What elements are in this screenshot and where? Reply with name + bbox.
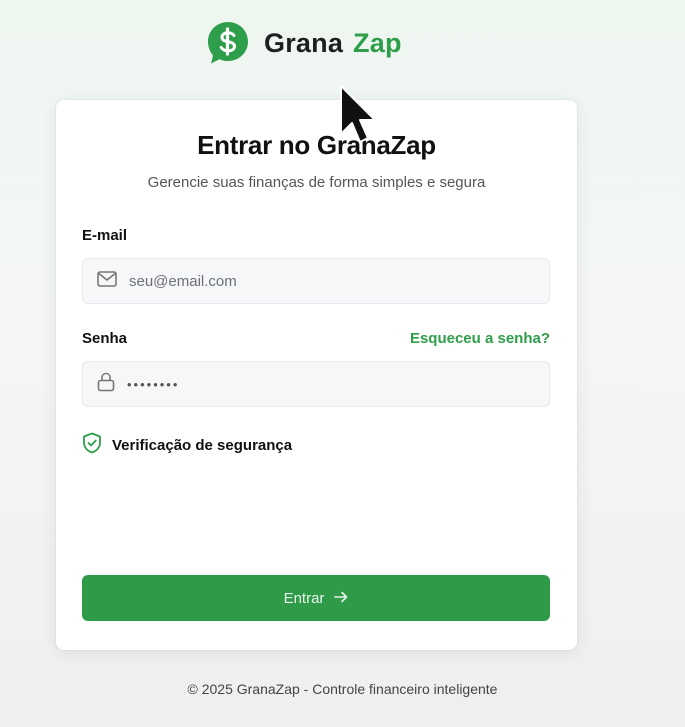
login-card: Entrar no GranaZap Gerencie suas finança… (56, 100, 577, 650)
email-label: E-mail (82, 227, 128, 244)
submit-label: Entrar (283, 589, 325, 607)
shield-check-icon (82, 432, 102, 458)
brand-name: Grana Zap (264, 28, 402, 59)
footer-copyright: © 2025 GranaZap - Controle financeiro in… (187, 681, 498, 697)
brand-name-part1: Grana (264, 27, 344, 58)
mouse-cursor-icon (338, 84, 378, 146)
mail-icon (97, 270, 117, 292)
submit-button[interactable]: Entrar (82, 575, 550, 621)
email-field[interactable] (129, 272, 529, 290)
lock-icon (97, 372, 115, 397)
brand-name-part2: Zap (353, 27, 402, 58)
password-label: Senha (82, 330, 128, 347)
forgot-password-link[interactable]: Esqueceu a senha? (410, 330, 550, 347)
security-verification: Verificação de segurança (82, 432, 292, 458)
email-field-container[interactable] (82, 258, 550, 304)
dollar-chat-bubble-icon (206, 20, 250, 66)
brand-header: Grana Zap (206, 20, 402, 66)
security-label: Verificação de segurança (112, 436, 293, 454)
page-subtitle: Gerencie suas finanças de forma simples … (147, 174, 486, 191)
page-title: Entrar no GranaZap (197, 130, 436, 160)
password-value: •••••••• (127, 376, 180, 392)
arrow-right-icon (334, 590, 348, 607)
password-field[interactable]: •••••••• (82, 361, 550, 407)
